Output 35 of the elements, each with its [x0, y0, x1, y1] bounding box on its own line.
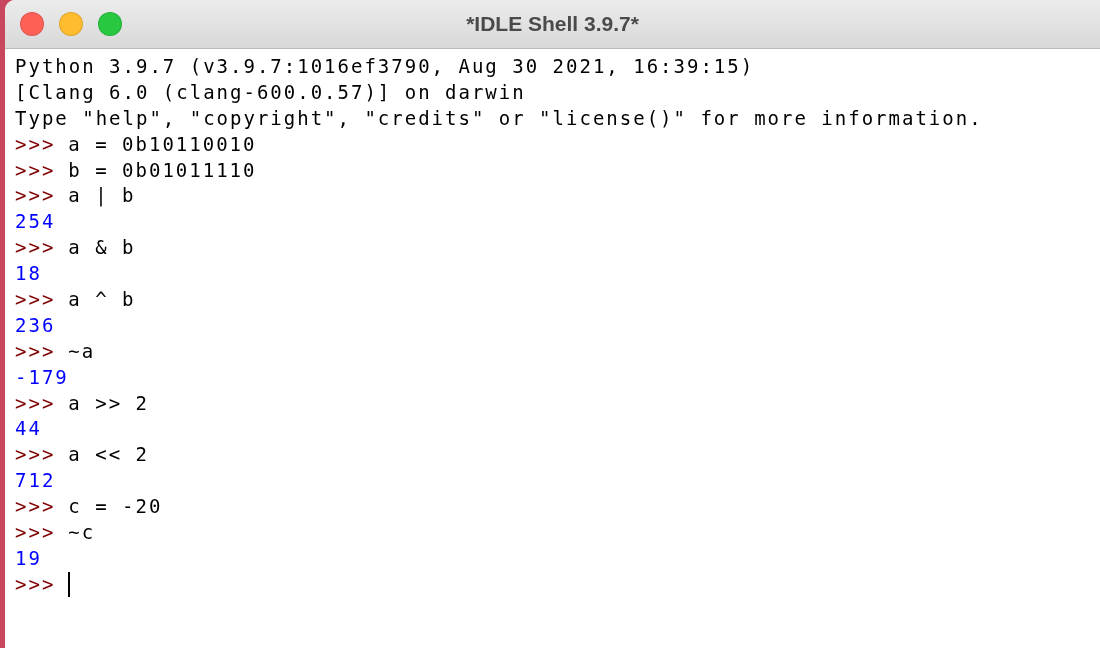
code-text: a & b: [68, 235, 136, 261]
prompt-marker: >>>: [15, 390, 56, 416]
zoom-button[interactable]: [98, 12, 122, 36]
code-text: b = 0b01011110: [68, 157, 257, 183]
output-text: -179: [15, 364, 69, 390]
prompt-marker: >>>: [15, 494, 56, 520]
output-text: 18: [15, 261, 42, 287]
code-text: a ^ b: [68, 287, 136, 312]
code-text: a << 2: [68, 442, 149, 468]
prompt-marker: >>>: [15, 131, 56, 157]
minimize-button[interactable]: [59, 12, 83, 36]
output-text: 712: [15, 468, 56, 494]
code-text: c = -20: [68, 494, 163, 520]
prompt-marker: >>>: [15, 287, 56, 312]
output-text: 44: [15, 416, 42, 442]
banner-text: Type "help", "copyright", "credits" or "license()" for more information.: [15, 105, 983, 131]
banner-text: [Clang 6.0 (clang-600.0.57)] on darwin: [15, 79, 526, 105]
code-text: a >> 2: [68, 390, 149, 416]
code-text: ~a: [68, 338, 96, 364]
output-text: 254: [15, 209, 56, 235]
code-text: ~c: [68, 520, 96, 546]
code-text: a = 0b10110010: [68, 131, 257, 157]
window-title: *IDLE Shell 3.9.7*: [466, 12, 639, 35]
output-text: 236: [15, 312, 56, 338]
banner-text: Python 3.9.7 (v3.9.7:1016ef3790, Aug 30 2021, 16:39:15): [15, 54, 755, 79]
code-text: a | b: [68, 183, 136, 209]
prompt-marker: >>>: [15, 442, 56, 468]
prompt-marker: >>>: [15, 520, 56, 546]
prompt-marker: >>>: [15, 183, 56, 209]
prompt-marker: >>>: [15, 338, 56, 364]
prompt-marker: >>>: [15, 235, 56, 261]
close-button[interactable]: [20, 12, 44, 36]
output-text: 19: [15, 545, 42, 571]
prompt-marker: >>>: [15, 571, 56, 597]
prompt-marker: >>>: [15, 157, 56, 183]
